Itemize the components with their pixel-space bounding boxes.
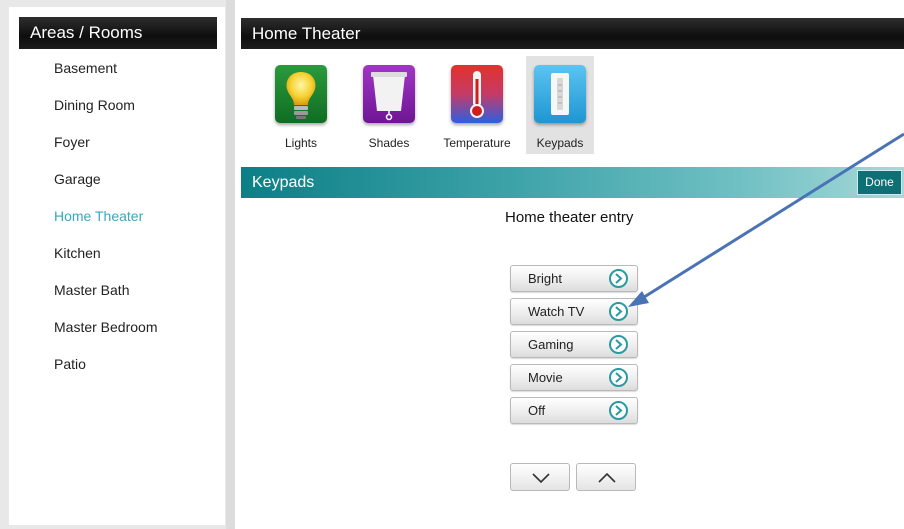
room-item-home-theater[interactable]: Home Theater	[54, 205, 157, 242]
lightbulb-icon	[275, 65, 327, 123]
category-temperature[interactable]: Temperature	[433, 56, 521, 154]
section-bar: Keypads Done	[241, 167, 904, 198]
shades-icon	[363, 65, 415, 123]
rooms-panel-title: Areas / Rooms	[19, 17, 217, 49]
scene-button-bright[interactable]: Bright	[510, 265, 638, 292]
category-lights[interactable]: Lights	[257, 56, 345, 154]
category-label: Temperature	[443, 136, 511, 150]
thermometer-icon	[451, 65, 503, 123]
scene-list: Bright Watch TV Gaming Movie Off	[510, 265, 638, 430]
category-label: Keypads	[536, 136, 584, 150]
category-label: Shades	[368, 136, 410, 150]
category-label: Lights	[284, 136, 318, 150]
room-item-master-bedroom[interactable]: Master Bedroom	[54, 316, 157, 353]
done-button[interactable]: Done	[857, 170, 902, 195]
room-item-basement[interactable]: Basement	[54, 57, 157, 94]
chevron-right-circle-icon	[609, 302, 628, 321]
scene-button-movie[interactable]: Movie	[510, 364, 638, 391]
scene-label: Movie	[528, 370, 563, 385]
room-item-dining-room[interactable]: Dining Room	[54, 94, 157, 131]
room-item-foyer[interactable]: Foyer	[54, 131, 157, 168]
room-item-kitchen[interactable]: Kitchen	[54, 242, 157, 279]
chevron-up-icon	[598, 472, 616, 483]
chevron-down-icon	[532, 473, 550, 484]
panel-divider	[226, 0, 235, 529]
page-down-button[interactable]	[510, 463, 570, 491]
category-keypads[interactable]: Keypads	[526, 56, 594, 154]
scene-label: Off	[528, 403, 546, 418]
keypad-paging	[510, 463, 642, 491]
rooms-panel: Areas / Rooms Basement Dining Room Foyer…	[9, 7, 225, 525]
category-shades[interactable]: Shades	[345, 56, 433, 154]
room-title: Home Theater	[241, 18, 904, 49]
chevron-right-circle-icon	[609, 368, 628, 387]
chevron-right-circle-icon	[609, 401, 628, 420]
scene-button-watch-tv[interactable]: Watch TV	[510, 298, 638, 325]
scene-button-off[interactable]: Off	[510, 397, 638, 424]
keypad-name: Home theater entry	[505, 209, 634, 226]
room-item-master-bath[interactable]: Master Bath	[54, 279, 157, 316]
page-up-button[interactable]	[576, 463, 636, 491]
scene-label: Bright	[528, 271, 562, 286]
category-bar: Lights Shades Temperature Keypads	[257, 56, 594, 154]
scene-button-gaming[interactable]: Gaming	[510, 331, 638, 358]
room-item-garage[interactable]: Garage	[54, 168, 157, 205]
chevron-right-circle-icon	[609, 335, 628, 354]
keypad-icon	[534, 65, 586, 123]
room-list: Basement Dining Room Foyer Garage Home T…	[54, 57, 157, 390]
scene-label: Watch TV	[528, 304, 585, 319]
chevron-right-circle-icon	[609, 269, 628, 288]
scene-label: Gaming	[528, 337, 574, 352]
room-detail-panel: Home Theater Lights Shades Temperature K…	[235, 0, 904, 529]
section-title: Keypads	[252, 174, 315, 191]
room-item-patio[interactable]: Patio	[54, 353, 157, 390]
